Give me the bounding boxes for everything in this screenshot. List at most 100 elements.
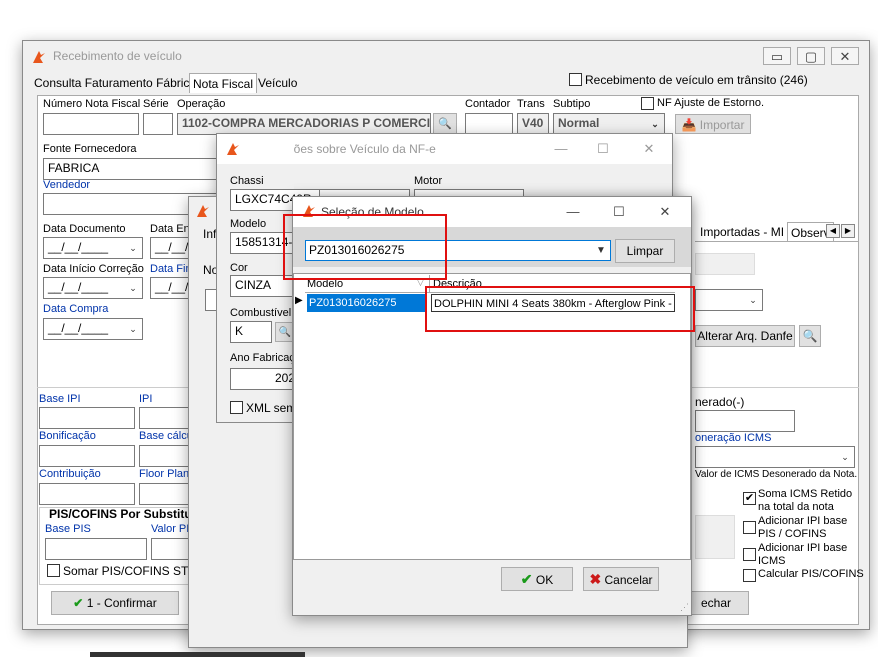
confirmar-button[interactable]: ✔ 1 - Confirmar bbox=[51, 591, 179, 615]
calendar-dropdown-icon[interactable]: ⌄ bbox=[126, 280, 140, 296]
maximize-icon[interactable]: ☐ bbox=[605, 203, 633, 221]
data-inicio-input[interactable]: __/__/____ ⌄ bbox=[43, 277, 143, 299]
subtipo-select[interactable]: Normal ⌄ bbox=[553, 113, 665, 135]
minimize-button[interactable]: ▭ bbox=[763, 47, 791, 65]
confirmar-label: 1 - Confirmar bbox=[86, 596, 157, 610]
adicionar-ipi-icms-label: Adicionar IPI base ICMS bbox=[758, 542, 848, 567]
fonte-input[interactable]: FABRICA bbox=[43, 158, 223, 180]
chevron-down-icon: ⌄ bbox=[651, 119, 659, 129]
close-icon[interactable]: ✕ bbox=[635, 140, 663, 158]
data-documento-input[interactable]: __/__/____ ⌄ bbox=[43, 237, 143, 259]
checkmark-icon: ✔ bbox=[73, 596, 84, 610]
checkmark-icon: ✔ bbox=[520, 571, 533, 587]
operacao-label: Operação bbox=[177, 98, 226, 110]
adicionar-ipi-pis-checkbox[interactable] bbox=[743, 521, 756, 534]
serie-input[interactable] bbox=[143, 113, 173, 135]
trans-input[interactable]: V40 bbox=[517, 113, 549, 135]
data-fim-input[interactable]: __/__/ bbox=[150, 277, 190, 299]
calendar-dropdown-icon[interactable]: ⌄ bbox=[126, 240, 140, 256]
contador-input[interactable] bbox=[465, 113, 513, 135]
cancel-x-icon: ✖ bbox=[589, 571, 602, 587]
right-tabs: Importadas - MI Observ ◀ ▶ bbox=[695, 222, 859, 242]
row-modelo-cell[interactable]: PZ013016026275 bbox=[307, 294, 427, 312]
desoneracao-icms-label: oneração ICMS bbox=[695, 432, 772, 444]
data-en-input[interactable]: __/__/ bbox=[150, 237, 190, 259]
ipi-label: IPI bbox=[139, 393, 153, 405]
base-pis-label: Base PIS bbox=[45, 523, 91, 535]
minimize-icon[interactable]: — bbox=[547, 140, 575, 158]
transit-checkbox[interactable] bbox=[569, 73, 582, 86]
nf-ajuste-checkbox[interactable] bbox=[641, 97, 654, 110]
search-danfe-button[interactable]: 🔍 bbox=[799, 325, 821, 347]
minimize-icon[interactable]: — bbox=[559, 203, 587, 221]
date-value: __/__/____ bbox=[48, 321, 109, 335]
close-icon[interactable]: ✕ bbox=[651, 203, 679, 221]
maximize-icon[interactable]: ☐ bbox=[589, 140, 617, 158]
somar-pis-checkbox[interactable] bbox=[47, 564, 60, 577]
ok-label: OK bbox=[535, 573, 554, 587]
chevron-down-icon: ⌄ bbox=[749, 295, 757, 305]
ano-input-front[interactable]: 202 bbox=[230, 368, 300, 390]
pis-cofins-title: PIS/COFINS Por Substitu bbox=[49, 507, 192, 521]
row-indicator-icon: ▶ bbox=[295, 295, 303, 306]
app-logo-icon bbox=[227, 143, 239, 155]
motor-label: Motor bbox=[414, 175, 443, 187]
operacao-search-button[interactable]: 🔍 bbox=[433, 113, 457, 135]
resize-grip-icon[interactable]: ⋰ bbox=[680, 602, 689, 613]
operacao-input[interactable]: 1102-COMPRA MERCADORIAS P COMERCIAL bbox=[177, 113, 431, 135]
chevron-down-icon: ▼ bbox=[596, 245, 606, 256]
soma-icms-checkbox[interactable]: ✔ bbox=[743, 492, 756, 505]
contador-label: Contador bbox=[465, 98, 511, 110]
data-compra-label: Data Compra bbox=[43, 303, 109, 315]
main-title: Recebimento de veículo bbox=[53, 49, 182, 63]
base-ipi-input[interactable] bbox=[39, 407, 135, 429]
valor-pis-label: Valor PI bbox=[151, 523, 190, 535]
combustivel-input-front[interactable]: K bbox=[230, 321, 272, 343]
xml-checkbox-front[interactable] bbox=[230, 401, 243, 414]
base-calc-label: Base cálcu bbox=[139, 430, 193, 442]
app-logo-icon bbox=[197, 205, 209, 217]
chassi-label-front: Chassi bbox=[230, 175, 264, 187]
cor-label-front: Cor bbox=[230, 262, 248, 274]
calendar-dropdown-icon[interactable]: ⌄ bbox=[126, 321, 140, 337]
chevron-down-icon: ⌄ bbox=[841, 452, 849, 462]
numero-nf-input[interactable] bbox=[43, 113, 139, 135]
fonte-label: Fonte Fornecedora bbox=[43, 143, 137, 155]
limpar-button[interactable]: Limpar bbox=[615, 239, 675, 263]
data-documento-label: Data Documento bbox=[43, 223, 126, 235]
ok-button[interactable]: ✔ OK bbox=[501, 567, 573, 591]
tab-nota-fiscal[interactable]: Nota Fiscal bbox=[189, 73, 258, 93]
desoneracao-icms-select[interactable]: ⌄ bbox=[695, 446, 855, 468]
right-field-2[interactable] bbox=[695, 515, 735, 559]
bonificacao-input[interactable] bbox=[39, 445, 135, 467]
back-info-label: Inf bbox=[203, 227, 217, 241]
tab-importadas[interactable]: Importadas - MI bbox=[697, 222, 787, 242]
tab-scroll-right-icon[interactable]: ▶ bbox=[841, 224, 855, 238]
fechar-button[interactable]: echar bbox=[683, 591, 749, 615]
tab-veiculo[interactable]: Veículo bbox=[255, 73, 300, 93]
app-logo-icon bbox=[33, 51, 45, 63]
close-button[interactable]: ✕ bbox=[831, 47, 859, 65]
right-field-1[interactable] bbox=[695, 253, 755, 275]
desonerado-label: nerado(-) bbox=[695, 395, 745, 409]
data-compra-input[interactable]: __/__/____ ⌄ bbox=[43, 318, 143, 340]
tab-consulta[interactable]: Consulta Faturamento Fábrica bbox=[31, 73, 199, 93]
right-select[interactable]: ⌄ bbox=[695, 289, 763, 311]
calcular-pis-checkbox[interactable] bbox=[743, 569, 756, 582]
desonerado-input[interactable] bbox=[695, 410, 795, 432]
transit-label: Recebimento de veículo em trânsito (246) bbox=[585, 73, 808, 87]
maximize-button[interactable]: ▢ bbox=[797, 47, 825, 65]
tab-scroll-left-icon[interactable]: ◀ bbox=[826, 224, 840, 238]
importar-button[interactable]: 📥 Importar bbox=[675, 114, 751, 134]
cancelar-button[interactable]: ✖ Cancelar bbox=[583, 567, 659, 591]
calcular-pis-label: Calcular PIS/COFINS bbox=[758, 568, 864, 580]
ano-label-front: Ano Fabricaç bbox=[230, 352, 295, 364]
info-titlebar-front bbox=[217, 134, 294, 164]
date-value: __/__/ bbox=[155, 280, 189, 294]
base-pis-input[interactable] bbox=[45, 538, 147, 560]
date-value: __/__/ bbox=[155, 240, 189, 254]
bonificacao-label: Bonificação bbox=[39, 430, 96, 442]
adicionar-ipi-icms-checkbox[interactable] bbox=[743, 548, 756, 561]
alterar-danfe-button[interactable]: Alterar Arq. Danfe bbox=[695, 325, 795, 347]
contribuicao-input[interactable] bbox=[39, 483, 135, 505]
